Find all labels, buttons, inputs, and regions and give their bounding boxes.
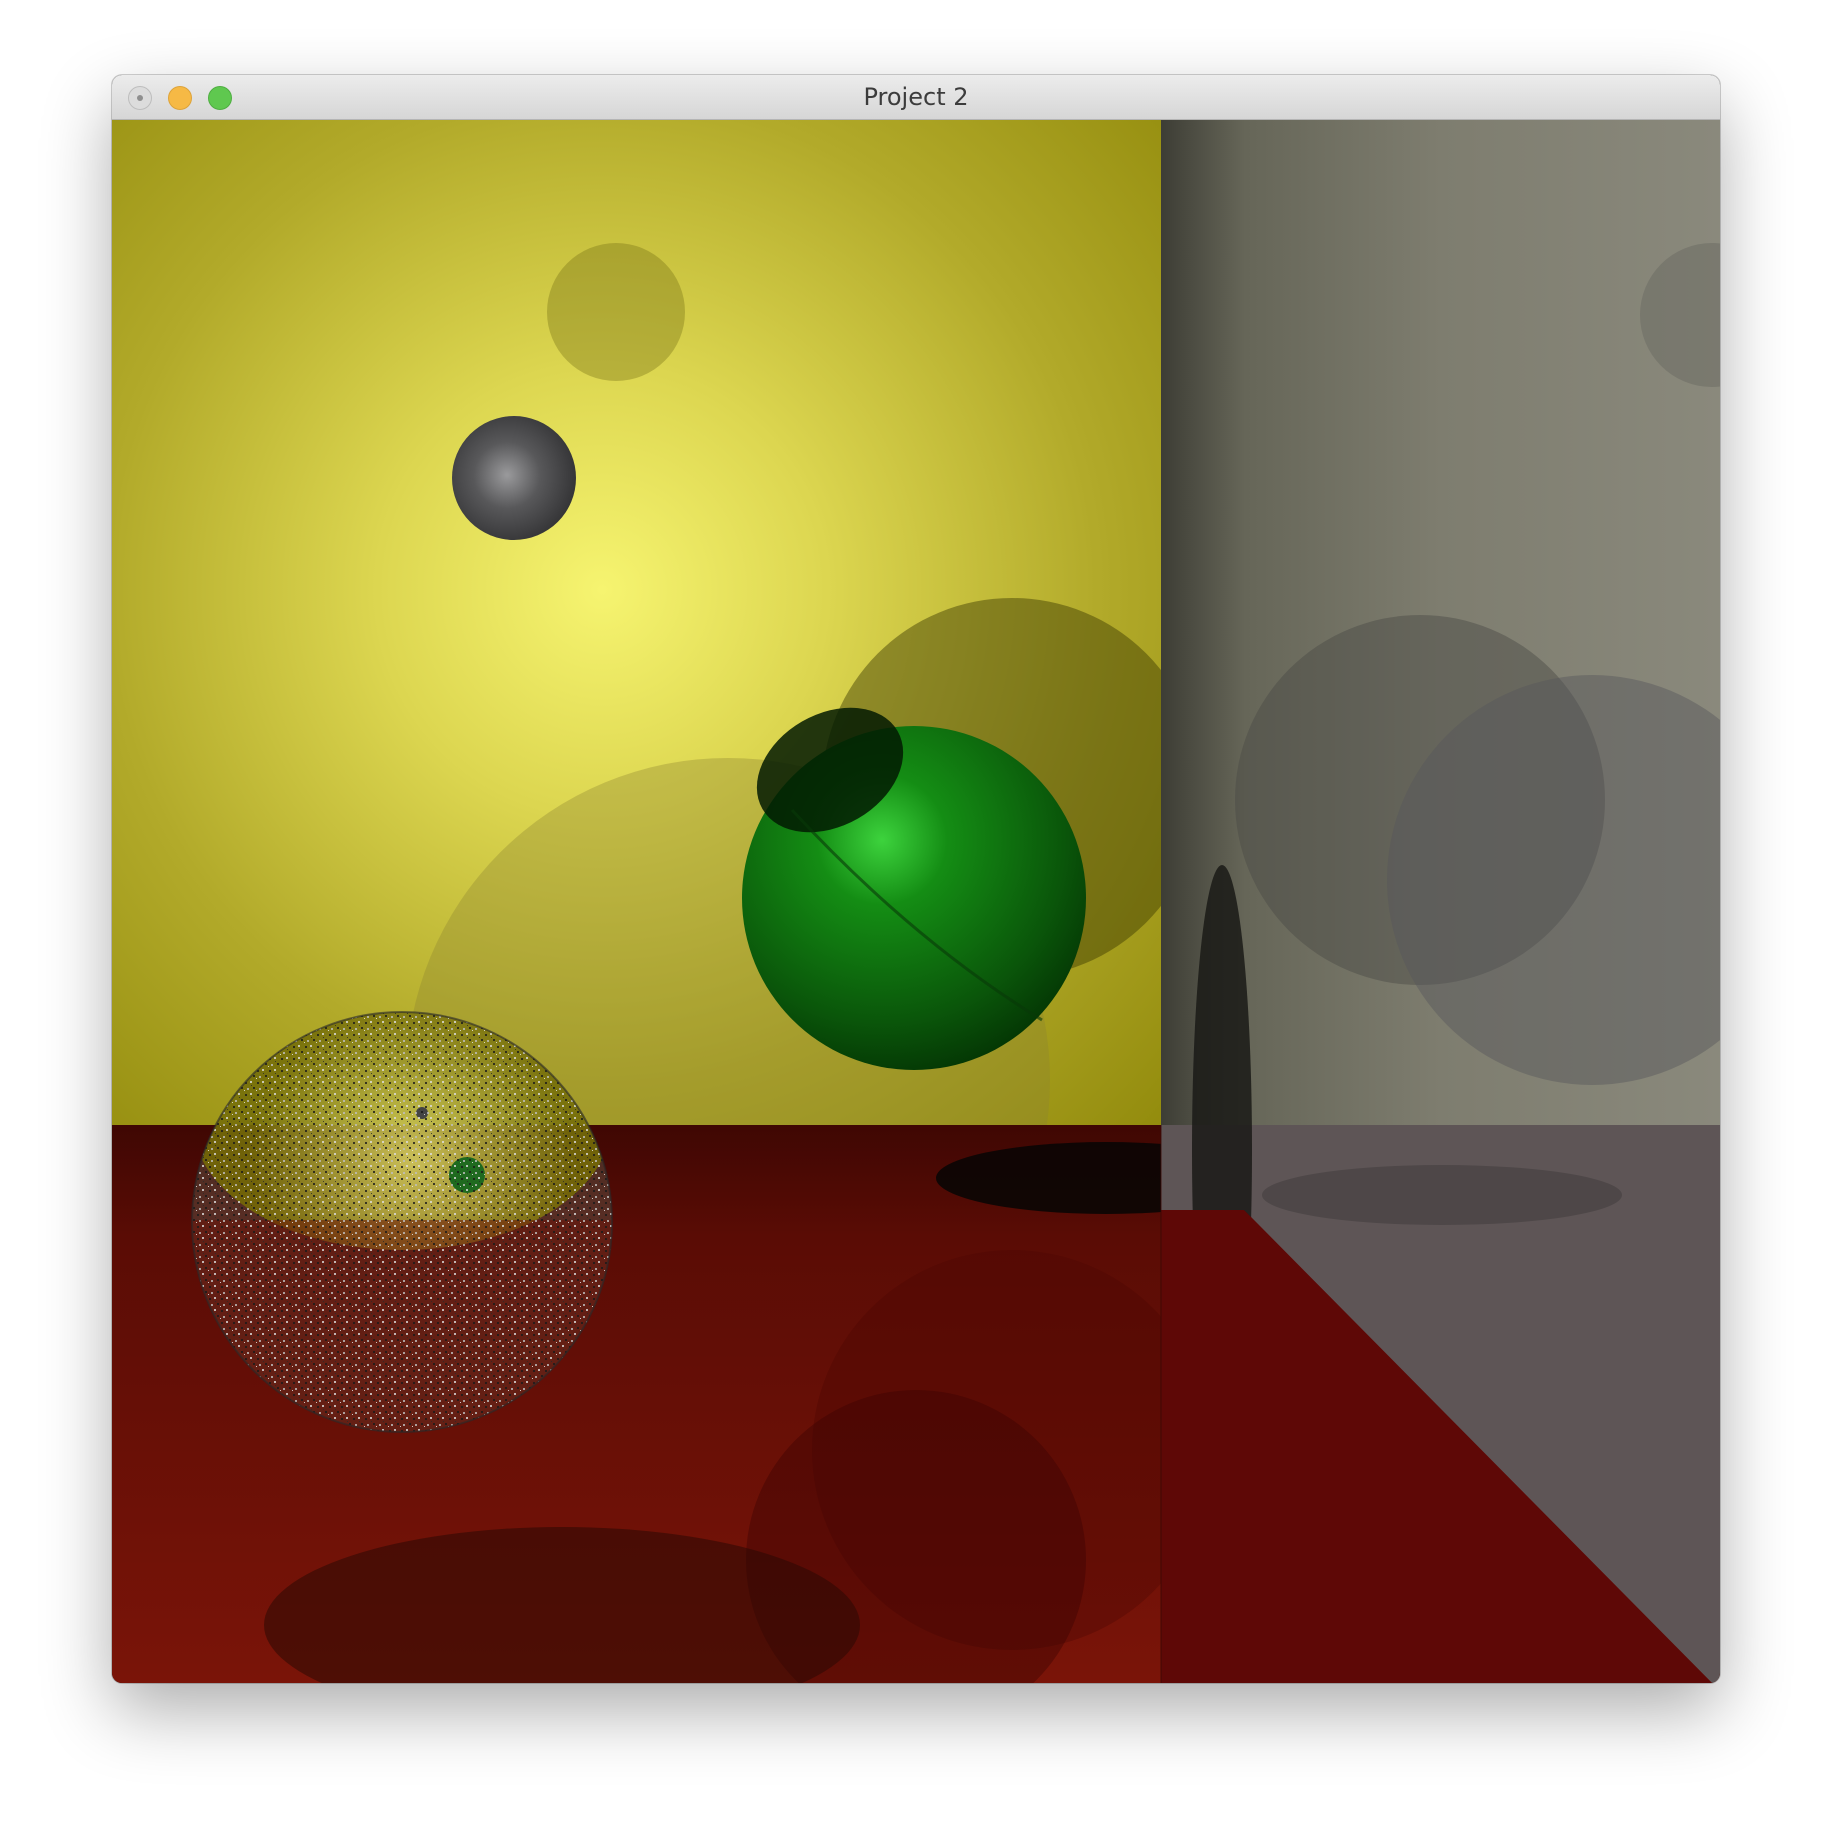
title-bar[interactable]: Project 2 <box>112 75 1720 120</box>
window-title: Project 2 <box>863 83 969 111</box>
rendered-scene <box>112 120 1720 1683</box>
gray-sphere <box>452 416 576 540</box>
render-canvas <box>112 120 1720 1683</box>
app-window: Project 2 <box>112 75 1720 1683</box>
